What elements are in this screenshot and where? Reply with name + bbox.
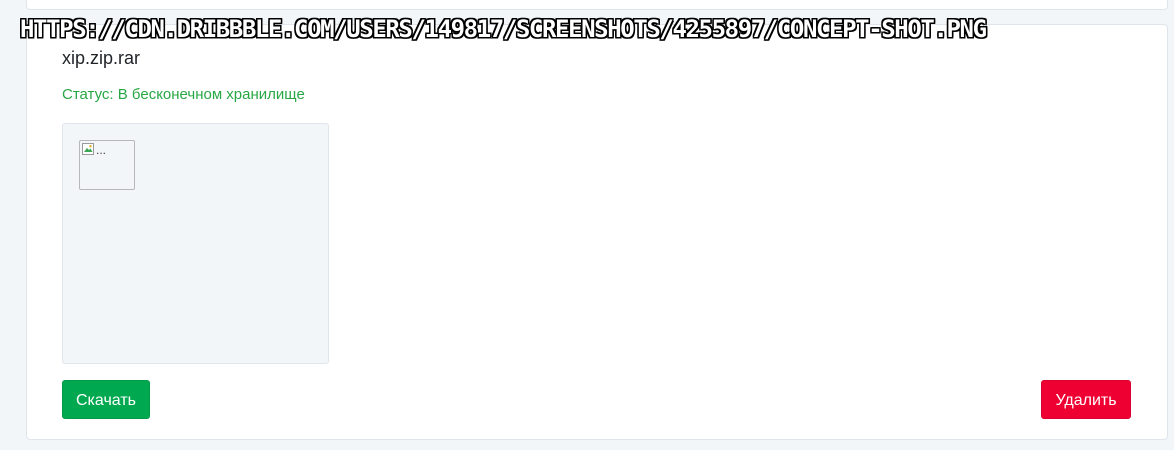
broken-image-icon: [82, 143, 94, 155]
file-preview: ...: [62, 123, 329, 364]
delete-button[interactable]: Удалить: [1041, 380, 1131, 419]
url-watermark: https://cdn.dribbble.com/users/149817/sc…: [20, 15, 987, 43]
preview-image: ...: [79, 140, 135, 190]
download-button[interactable]: Скачать: [62, 380, 150, 419]
preview-image-alt-text: ...: [96, 143, 107, 157]
file-name: xip.zip.rar: [62, 48, 141, 68]
file-card: xip.zip.rar Статус: В бесконечном хранил…: [26, 24, 1168, 440]
previous-card: [26, 0, 1168, 10]
file-status: Статус: В бесконечном хранилище: [62, 86, 305, 103]
